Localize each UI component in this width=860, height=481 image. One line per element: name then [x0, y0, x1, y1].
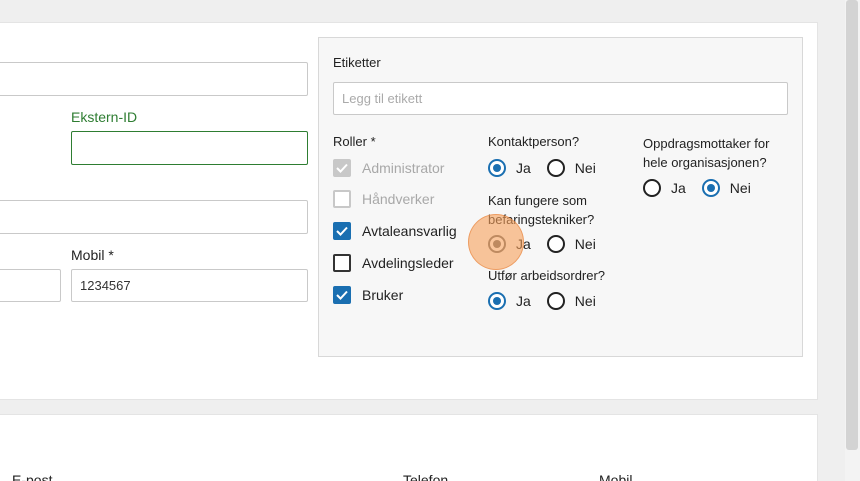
radio-label-nei: Nei — [574, 160, 596, 176]
befaring-label-line2: befaringstekniker? — [488, 212, 595, 227]
role-avdelingsleder[interactable]: Avdelingsleder — [333, 254, 454, 272]
contacts-table-card — [0, 414, 818, 481]
role-label: Avdelingsleder — [362, 255, 454, 271]
role-label: Håndverker — [362, 191, 435, 207]
oppdragsmottaker-label-line1: Oppdragsmottaker for — [643, 136, 770, 151]
column-header-mobil[interactable]: Mobil — [599, 472, 632, 481]
roller-label: Roller * — [333, 134, 376, 149]
name-input[interactable] — [0, 62, 308, 96]
role-label: Administrator — [362, 160, 445, 176]
checkbox-checked-icon — [333, 286, 351, 304]
radio-label-ja: Ja — [516, 236, 531, 252]
etiketter-label: Etiketter — [333, 55, 381, 70]
role-administrator[interactable]: Administrator — [333, 159, 444, 177]
arbeidsordrer-label: Utfør arbeidsordrer? — [488, 268, 606, 283]
kontaktperson-ja-radio[interactable] — [488, 159, 506, 177]
kontaktperson-radio-group: Ja Nei — [488, 159, 612, 177]
role-label: Avtaleansvarlig — [362, 223, 457, 239]
role-handverker[interactable]: Håndverker — [333, 190, 434, 208]
role-label: Bruker — [362, 287, 404, 303]
radio-label-nei: Nei — [574, 236, 596, 252]
radio-label-ja: Ja — [516, 293, 531, 309]
befaring-ja-radio[interactable] — [488, 235, 506, 253]
role-bruker[interactable]: Bruker — [333, 286, 403, 304]
kontaktperson-nei-radio[interactable] — [546, 159, 565, 177]
mobil-input[interactable]: 1234567 — [71, 269, 308, 302]
checkbox-checked-icon — [333, 222, 351, 240]
ekstern-id-input[interactable] — [71, 131, 308, 165]
mobil-label: Mobil * — [71, 247, 114, 263]
column-header-epost[interactable]: E-post — [12, 472, 52, 481]
befaring-label-line1: Kan fungere som — [488, 193, 588, 208]
scrollbar-thumb[interactable] — [846, 0, 858, 450]
radio-label-nei: Nei — [729, 180, 751, 196]
oppdragsmottaker-nei-radio[interactable] — [701, 179, 720, 197]
arbeidsordrer-radio-group: Ja Nei — [488, 292, 612, 310]
radio-label-ja: Ja — [516, 160, 531, 176]
kontaktperson-label: Kontaktperson? — [488, 134, 580, 149]
etiketter-input[interactable]: Legg til etikett — [333, 82, 788, 115]
befaring-radio-group: Ja Nei — [488, 235, 612, 253]
phone-input[interactable] — [0, 269, 61, 302]
arbeidsordrer-ja-radio[interactable] — [488, 292, 506, 310]
checkbox-checked-icon — [333, 159, 351, 177]
oppdragsmottaker-radio-group: Ja Nei — [643, 179, 767, 197]
checkbox-empty-icon — [333, 190, 351, 208]
radio-label-nei: Nei — [574, 293, 596, 309]
oppdragsmottaker-label: Oppdragsmottaker for hele organisasjonen… — [643, 134, 769, 172]
address-input[interactable] — [0, 200, 308, 234]
oppdragsmottaker-ja-radio[interactable] — [643, 179, 661, 197]
oppdragsmottaker-label-line2: hele organisasjonen? — [643, 155, 767, 170]
arbeidsordrer-nei-radio[interactable] — [546, 292, 565, 310]
befaring-nei-radio[interactable] — [546, 235, 565, 253]
role-avtaleansvarlig[interactable]: Avtaleansvarlig — [333, 222, 457, 240]
ekstern-id-label: Ekstern-ID — [71, 109, 138, 125]
column-header-telefon[interactable]: Telefon — [403, 472, 448, 481]
checkbox-empty-icon — [333, 254, 351, 272]
befaring-label: Kan fungere som befaringstekniker? — [488, 191, 594, 229]
radio-label-ja: Ja — [671, 180, 686, 196]
